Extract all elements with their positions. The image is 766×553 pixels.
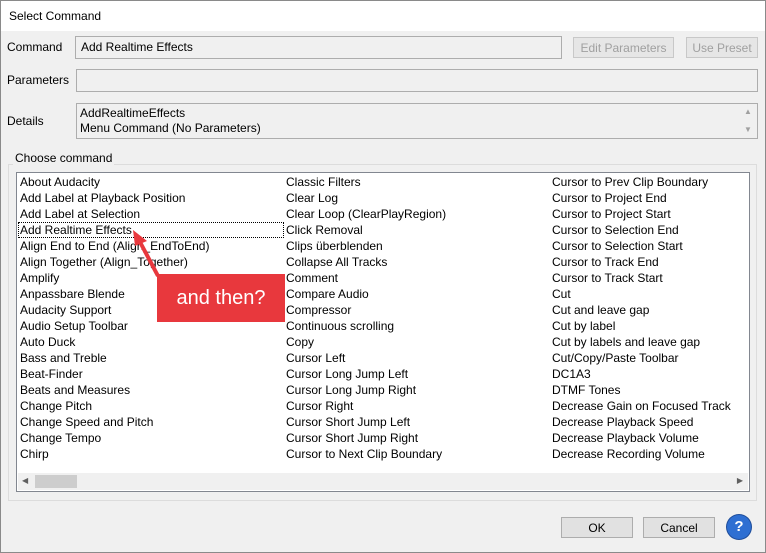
ok-button[interactable]: OK: [561, 517, 633, 538]
annotation-callout: and then?: [157, 274, 285, 322]
cancel-button[interactable]: Cancel: [643, 517, 715, 538]
help-icon[interactable]: ?: [727, 515, 751, 539]
annotation-arrow: [133, 230, 160, 277]
